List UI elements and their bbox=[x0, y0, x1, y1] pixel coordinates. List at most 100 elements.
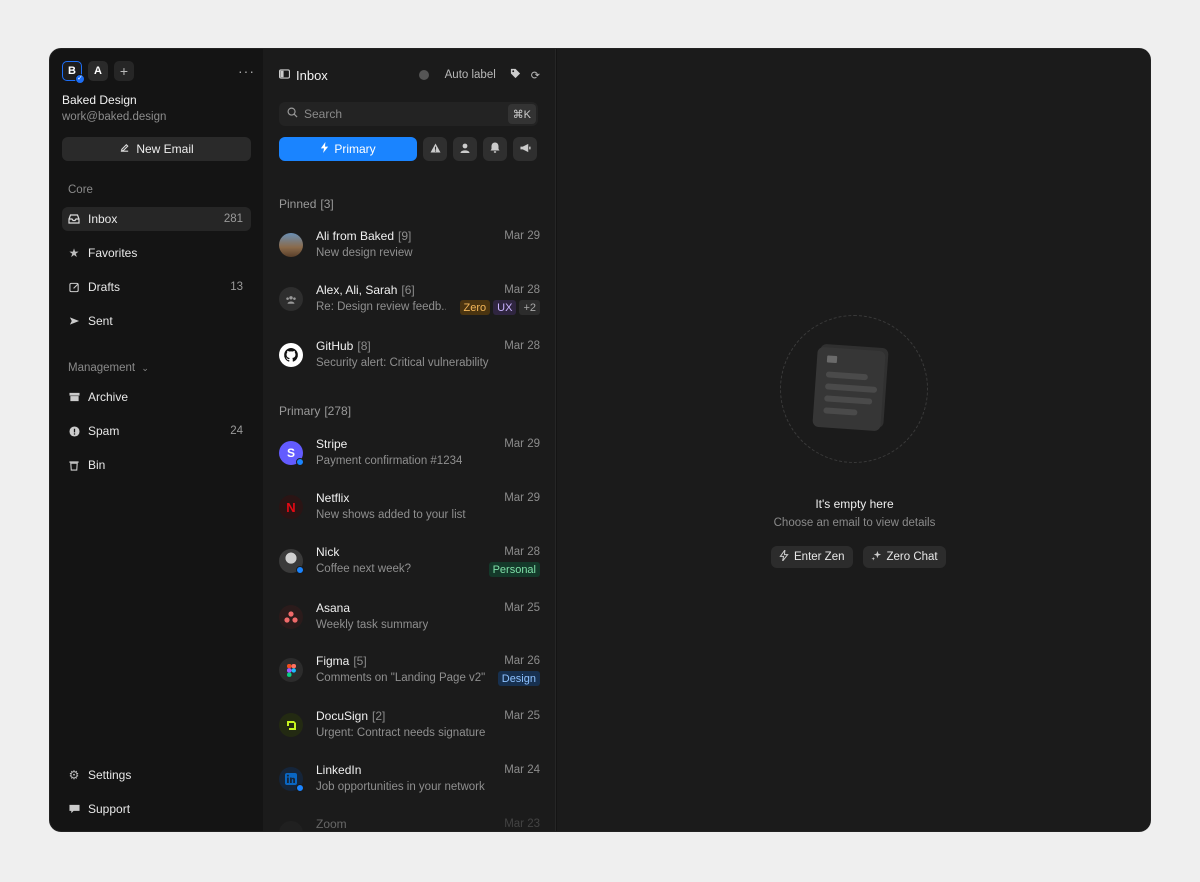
important-filter-button[interactable] bbox=[423, 137, 447, 161]
mail-item[interactable]: Figma [5] Mar 26 Comments on "Landing Pag… bbox=[279, 652, 540, 692]
enter-zen-button[interactable]: Enter Zen bbox=[771, 546, 853, 568]
mail-subject: New shows added to your list bbox=[316, 509, 466, 521]
mail-subject: Urgent: Contract needs signature bbox=[316, 727, 486, 739]
mail-date: Mar 23 bbox=[504, 818, 540, 830]
section-management[interactable]: Management ⌄ bbox=[68, 362, 149, 374]
compose-icon bbox=[119, 142, 130, 156]
mail-item[interactable]: N Netflix Mar 29 New shows added to your… bbox=[279, 489, 540, 529]
mail-item[interactable]: GitHub [8] Mar 28 Security alert: Critica… bbox=[279, 337, 540, 377]
inbox-count: 281 bbox=[223, 213, 243, 225]
mail-tags: Personal bbox=[488, 562, 540, 577]
sidebar-item-spam[interactable]: Spam 24 bbox=[62, 419, 251, 443]
mail-sender: GitHub [8] bbox=[316, 339, 371, 353]
mail-item[interactable]: Asana Mar 25 Weekly task summary bbox=[279, 599, 540, 639]
mail-date: Mar 28 bbox=[504, 546, 540, 558]
mail-sender: Zoom bbox=[316, 817, 347, 831]
mail-subject: Re: Design review feedb... bbox=[316, 301, 446, 313]
tag-ux: UX bbox=[493, 300, 517, 315]
sidebar-toggle-icon[interactable] bbox=[279, 68, 291, 82]
sidebar-item-settings[interactable]: ⚙ Settings bbox=[62, 763, 251, 787]
figma-icon bbox=[279, 658, 303, 682]
mail-item[interactable]: Alex, Ali, Sarah [6] Mar 28 Re: Design re… bbox=[279, 281, 540, 321]
tag-icon[interactable] bbox=[510, 68, 521, 82]
mail-item[interactable]: S Stripe Mar 29 Payment confirmation #12… bbox=[279, 435, 540, 475]
sender-name: DocuSign bbox=[316, 709, 369, 723]
account-a[interactable]: A bbox=[88, 61, 108, 81]
sidebar-item-archive[interactable]: Archive bbox=[62, 385, 251, 409]
sidebar-item-inbox[interactable]: Inbox 281 bbox=[62, 207, 251, 231]
auto-label-toggle[interactable] bbox=[418, 70, 429, 80]
mail-subject: Comments on "Landing Page v2" bbox=[316, 672, 486, 684]
sidebar-item-label: Archive bbox=[88, 390, 129, 404]
primary-count: [278] bbox=[324, 404, 352, 418]
app-window: B ✓ A + ··· Baked Design work@baked.desi… bbox=[49, 48, 1151, 832]
avatar bbox=[279, 233, 303, 257]
mail-date: Mar 24 bbox=[504, 764, 540, 776]
search-bar: ⌘K bbox=[279, 102, 538, 126]
zoom-icon bbox=[279, 821, 303, 831]
account-b[interactable]: B ✓ bbox=[62, 61, 85, 84]
envelope-icon bbox=[826, 355, 838, 364]
mail-item[interactable]: Zoom Mar 23 bbox=[279, 815, 540, 831]
sidebar-item-bin[interactable]: Bin bbox=[62, 453, 251, 477]
unread-dot bbox=[296, 566, 304, 574]
sidebar-item-support[interactable]: Support bbox=[62, 797, 251, 821]
support-chat-icon bbox=[68, 803, 80, 815]
docusign-icon bbox=[279, 713, 303, 737]
mail-subject: Coffee next week? bbox=[316, 563, 412, 575]
sidebar-item-label: Support bbox=[88, 802, 131, 816]
gear-icon: ⚙ bbox=[68, 768, 80, 782]
mail-item[interactable]: Ali from Baked [9] Mar 29 New design revi… bbox=[279, 227, 540, 267]
promotions-filter-button[interactable] bbox=[513, 137, 537, 161]
mail-item[interactable]: LinkedIn Mar 24 Job opportunities in you… bbox=[279, 761, 540, 801]
search-icon bbox=[287, 107, 298, 121]
mail-date: Mar 29 bbox=[504, 492, 540, 504]
draft-icon bbox=[68, 281, 80, 293]
primary-filter-label: Primary bbox=[334, 142, 376, 156]
archive-icon bbox=[68, 391, 80, 403]
mail-date: Mar 29 bbox=[504, 438, 540, 450]
mail-sender: Alex, Ali, Sarah [6] bbox=[316, 283, 415, 297]
mail-item[interactable]: DocuSign [2] Mar 25 Urgent: Contract need… bbox=[279, 707, 540, 747]
primary-filter-button[interactable]: Primary bbox=[279, 137, 417, 161]
zen-bolt-icon bbox=[779, 548, 789, 564]
unread-dot bbox=[296, 458, 304, 466]
mail-sender: Nick bbox=[316, 545, 339, 559]
sidebar-item-sent[interactable]: Sent bbox=[62, 309, 251, 333]
updates-filter-button[interactable] bbox=[483, 137, 507, 161]
sidebar: B ✓ A + ··· Baked Design work@baked.desi… bbox=[50, 49, 262, 831]
chevron-down-icon: ⌄ bbox=[141, 363, 149, 373]
add-account-button[interactable]: + bbox=[114, 61, 134, 81]
personal-filter-button[interactable] bbox=[453, 137, 477, 161]
pinned-group-label: Pinned [3] bbox=[279, 197, 334, 211]
star-icon: ★ bbox=[68, 246, 80, 260]
empty-state-subtitle: Choose an email to view details bbox=[773, 517, 936, 529]
mail-sender: Figma [5] bbox=[316, 654, 367, 668]
sidebar-item-favorites[interactable]: ★ Favorites bbox=[62, 241, 251, 265]
sidebar-item-label: Favorites bbox=[88, 246, 138, 260]
search-input[interactable] bbox=[304, 107, 494, 121]
mail-date: Mar 26 bbox=[504, 655, 540, 667]
mail-item[interactable]: Nick Mar 28 Coffee next week? Personal bbox=[279, 543, 540, 583]
inbox-icon bbox=[68, 213, 80, 225]
group-icon bbox=[279, 287, 303, 311]
sidebar-item-label: Spam bbox=[88, 424, 120, 438]
refresh-icon[interactable]: ⟳ bbox=[531, 69, 540, 82]
org-email: work@baked.design bbox=[62, 111, 167, 123]
sidebar-item-label: Bin bbox=[88, 458, 106, 472]
thread-count: [5] bbox=[353, 654, 367, 668]
bell-icon bbox=[490, 142, 500, 156]
mail-date: Mar 29 bbox=[504, 230, 540, 242]
spam-count: 24 bbox=[230, 425, 243, 437]
more-options-icon[interactable]: ··· bbox=[238, 63, 255, 79]
primary-label: Primary bbox=[279, 404, 321, 418]
mail-subject: Payment confirmation #1234 bbox=[316, 455, 463, 467]
doc-line bbox=[825, 371, 869, 381]
sidebar-item-label: Settings bbox=[88, 768, 132, 782]
zero-chat-button[interactable]: Zero Chat bbox=[862, 546, 946, 568]
thread-count: [2] bbox=[372, 709, 386, 723]
search-shortcut: ⌘K bbox=[507, 104, 536, 124]
new-email-button[interactable]: New Email bbox=[62, 137, 251, 161]
empty-state-title: It's empty here bbox=[815, 497, 894, 511]
sidebar-item-drafts[interactable]: Drafts 13 bbox=[62, 275, 251, 299]
